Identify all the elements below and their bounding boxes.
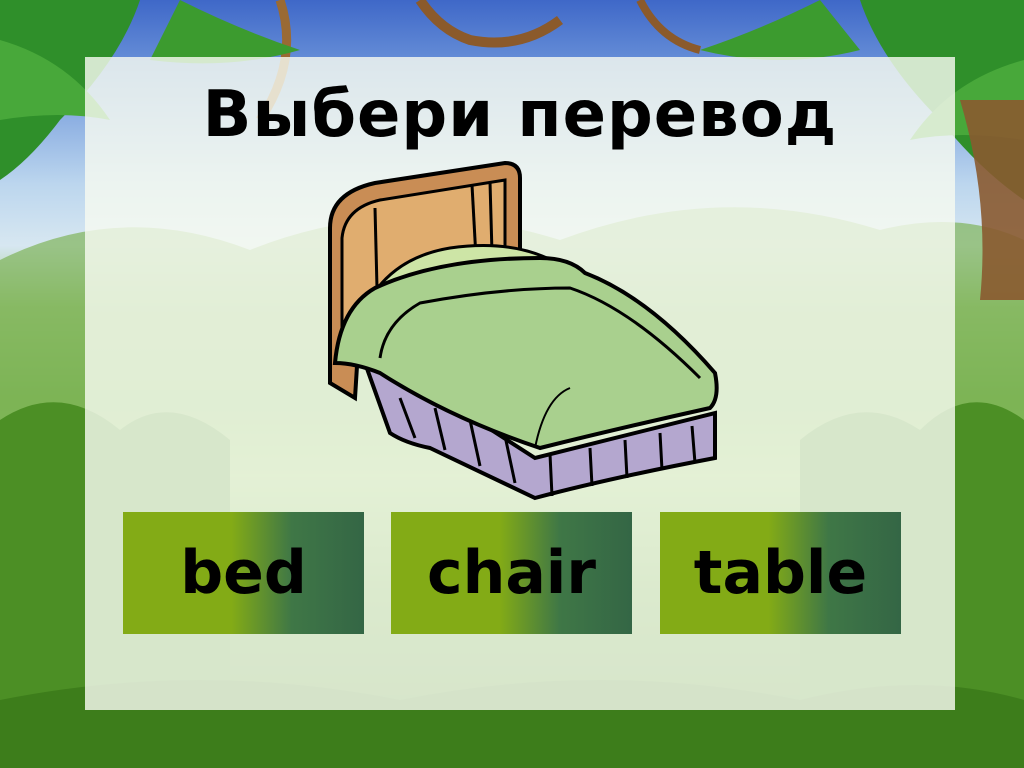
answer-button-bed[interactable]: bed [123, 512, 364, 634]
answer-button-table[interactable]: table [660, 512, 901, 634]
prompt-title: Выбери перевод [202, 78, 838, 152]
answer-button-chair[interactable]: chair [391, 512, 632, 634]
bed-icon [328, 160, 719, 501]
